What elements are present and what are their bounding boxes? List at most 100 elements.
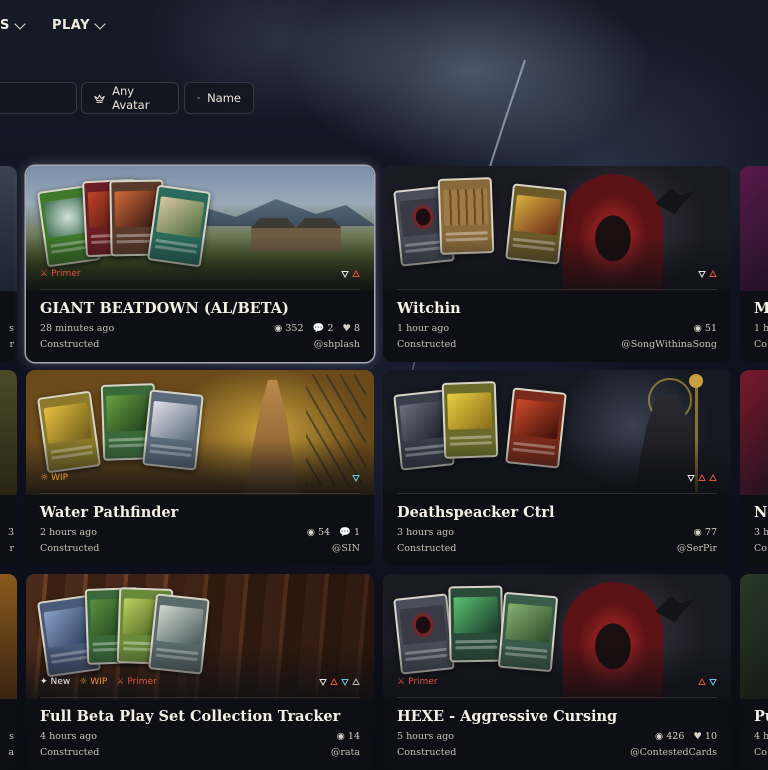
deck-author[interactable]: @rata [331, 747, 360, 758]
element-icons [319, 678, 360, 686]
comment-count: 1 [353, 527, 360, 538]
deck-title[interactable]: GIANT BEATDOWN (AL/BETA) [40, 300, 289, 317]
avatar-filter-button[interactable]: Any Avatar [81, 82, 179, 114]
view-count: 14 [347, 731, 360, 742]
deck-card[interactable]: Witchin 1 hour ago Constructed @SongWith… [383, 166, 731, 362]
element-icons [698, 270, 717, 278]
deck-author-partial: a [8, 747, 14, 758]
deck-card[interactable]: ⚔ Primer HEXE - Aggressive Cursing 5 hour… [383, 574, 731, 770]
deck-stats: ◉ 352 💬 2 ♥ 8 [274, 323, 360, 334]
deck-format-partial: Co [754, 339, 767, 350]
deck-format-partial: Co [754, 543, 767, 554]
deck-card-partial-right[interactable]: Pu 4 h Co [740, 574, 768, 770]
like-count: 8 [353, 323, 360, 334]
deck-author[interactable]: @SongWithinaSong [621, 339, 717, 350]
fire-element-icon [352, 270, 360, 277]
primer-badge: ⚔ Primer [40, 269, 81, 279]
deck-author[interactable]: @shplash [314, 339, 360, 350]
deck-card[interactable]: Deathspeacker Ctrl 3 hours ago Construct… [383, 370, 731, 566]
deck-format: Constructed [40, 543, 100, 554]
deck-card-partial-right[interactable]: Ne 3 h Co [740, 370, 768, 566]
wip-badge: ☼ WIP [40, 473, 69, 483]
deck-title[interactable]: Deathspeacker Ctrl [397, 504, 555, 521]
crown-icon [94, 94, 105, 103]
deck-stats: ◉ 14 [337, 731, 360, 742]
deck-format: Constructed [40, 747, 100, 758]
deck-author[interactable]: @ContestedCards [630, 747, 717, 758]
deck-card[interactable]: ⚔ Primer GIANT BEATDOWN (AL/BETA) 28 minu… [26, 166, 374, 362]
deck-title-partial: Pu [754, 708, 768, 725]
eye-icon: ◉ [693, 323, 702, 334]
eye-icon: ◉ [336, 731, 345, 742]
search-input-partial[interactable] [0, 82, 77, 114]
eye-icon: ◉ [693, 527, 702, 538]
deck-author[interactable]: @SIN [332, 543, 360, 554]
deck-time: 4 hours ago [40, 731, 97, 742]
deck-time: 3 hours ago [397, 527, 454, 538]
view-count: 54 [318, 527, 331, 538]
deck-author-partial: r [9, 543, 14, 554]
deck-format: Constructed [397, 747, 457, 758]
deck-format: Constructed [397, 339, 457, 350]
deck-time: 2 hours ago [40, 527, 97, 538]
fire-element-icon [709, 270, 717, 277]
view-count: 77 [704, 527, 717, 538]
nav-play-label: Play [52, 18, 91, 33]
swords-icon: ⚔ [397, 677, 406, 687]
deck-time-partial: 4 h [754, 731, 768, 742]
nav-play-menu[interactable]: Play [52, 17, 106, 33]
water-element-icon [341, 679, 349, 686]
deck-card[interactable]: ✦ New ☼ WIP ⚔ Primer Full Beta Play Set Col… [26, 574, 374, 770]
element-icons [687, 474, 717, 482]
deck-time: 1 hour ago [397, 323, 450, 334]
deck-title[interactable]: Witchin [397, 300, 461, 317]
primer-badge: ⚔ Primer [397, 677, 438, 687]
view-count: 426 [666, 731, 685, 742]
deck-badges: ⚔ Primer [397, 677, 438, 687]
avatar-filter-label: Any Avatar [112, 84, 150, 112]
deck-time-partial: s [9, 323, 14, 334]
air-element-icon [319, 679, 327, 686]
fire-element-icon [698, 678, 706, 685]
deck-format: Constructed [40, 339, 100, 350]
deck-stats: ◉ 51 [694, 323, 717, 334]
fire-element-icon [709, 474, 717, 481]
new-badge: ✦ New [40, 677, 71, 687]
deck-time-partial: s [9, 731, 14, 742]
heart-icon: ♥ [693, 731, 702, 742]
deck-stats: ◉ 54 💬 1 [307, 527, 360, 538]
deck-author[interactable]: @SerPir [677, 543, 717, 554]
eye-icon: ◉ [274, 323, 283, 334]
deck-title[interactable]: Full Beta Play Set Collection Tracker [40, 708, 340, 725]
sun-icon: ☼ [79, 677, 88, 687]
deck-badges: ⚔ Primer [40, 269, 81, 279]
element-icons [698, 678, 717, 686]
deck-card-partial-right[interactable]: M 1 h Co [740, 166, 768, 362]
deck-stat-partial: 3 [7, 527, 14, 538]
comments-icon: 💬 [339, 527, 351, 538]
chevron-down-icon [94, 17, 106, 30]
deck-author-partial: r [9, 339, 14, 350]
deck-stats: ◉ 77 [694, 527, 717, 538]
deck-card-partial-left[interactable]: s a [0, 574, 17, 770]
sort-button[interactable]: Name [184, 82, 254, 114]
deck-time: 5 hours ago [397, 731, 454, 742]
eye-icon: ◉ [654, 731, 664, 742]
sort-arrows-icon [197, 96, 200, 100]
deck-format: Constructed [397, 543, 457, 554]
deck-stats: ◉ 426 ♥ 10 [655, 731, 717, 742]
primer-badge: ⚔ Primer [116, 677, 157, 687]
deck-title-partial: Ne [754, 504, 768, 521]
sort-label: Name [207, 91, 241, 105]
deck-card-partial-left[interactable]: s r [0, 166, 17, 362]
deck-title[interactable]: Water Pathfinder [40, 504, 178, 521]
comments-icon: 💬 [312, 323, 325, 334]
deck-card-partial-left[interactable]: 3 r [0, 370, 17, 566]
element-icons [341, 270, 360, 278]
swords-icon: ⚔ [116, 677, 125, 687]
comment-count: 2 [327, 323, 334, 334]
nav-menu-partial[interactable]: s [0, 17, 26, 33]
deck-card[interactable]: ☼ WIP Water Pathfinder 2 hours ago Constr… [26, 370, 374, 566]
deck-badges: ✦ New ☼ WIP ⚔ Primer [40, 677, 157, 687]
deck-title[interactable]: HEXE - Aggressive Cursing [397, 708, 617, 725]
